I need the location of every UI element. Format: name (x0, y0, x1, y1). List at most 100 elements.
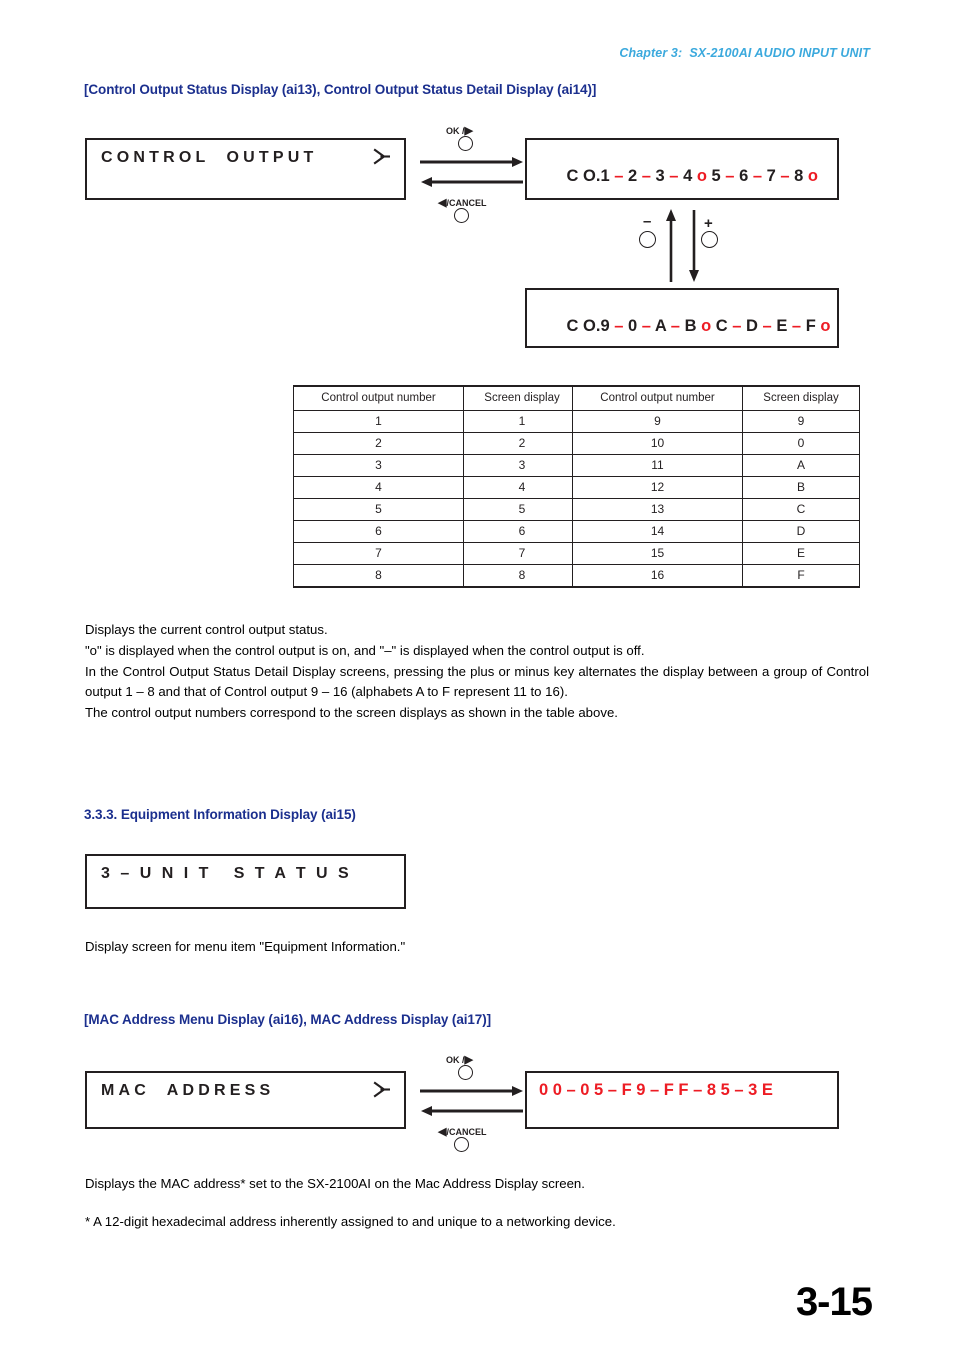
cell-control-output-number: 14 (572, 520, 743, 543)
cell-control-output-number: 3 (293, 454, 464, 477)
status-symbol: o (803, 167, 819, 185)
output-number: 2 (627, 167, 638, 185)
output-number: 3 (655, 167, 665, 185)
status-symbol: – (637, 167, 656, 185)
heading-control-output-status-display: [Control Output Status Display (ai13), C… (84, 82, 597, 97)
control-output-mapping-table-right: Control output number Screen display 991… (572, 385, 860, 588)
lcd-mac-address-menu-text: MAC ADDRESS (101, 1082, 275, 1099)
lcd-mac-address-menu: MAC ADDRESS (85, 1071, 406, 1129)
status-symbol: – (720, 167, 740, 185)
cell-screen-display: 9 (742, 410, 860, 433)
transition-arrows-icon (420, 1086, 523, 1116)
cell-screen-display: F (742, 564, 860, 588)
cancel-key-icon[interactable] (454, 208, 469, 223)
output-number: C (715, 317, 728, 335)
status-symbol: – (787, 317, 806, 335)
table-row: 99 (572, 410, 860, 433)
output-number: E (776, 317, 788, 335)
output-number: F (805, 317, 816, 335)
cell-control-output-number: 11 (572, 454, 743, 477)
cell-screen-display: D (742, 520, 860, 543)
cell-control-output-number: 5 (293, 498, 464, 521)
table-header-row: Control output number Screen display (293, 385, 581, 411)
ok-key-icon[interactable] (458, 1065, 473, 1080)
cell-screen-display: E (742, 542, 860, 565)
lcd-control-output-detail-1-8-text: C O.1 – 2 – 3 – 4 o 5 – 6 – 7 – 8 o (539, 148, 819, 205)
plus-minus-key-group: – + (625, 209, 735, 282)
lcd-status-sequence: 1 – 2 – 3 – 4 o 5 – 6 – 7 – 8 o (600, 167, 818, 185)
paragraph-line: In the Control Output Status Detail Disp… (85, 663, 869, 700)
table-row: 13 C (572, 498, 860, 521)
cell-control-output-number: 8 (293, 564, 464, 588)
heading-equipment-information-display: 3.3.3. Equipment Information Display (ai… (84, 807, 356, 822)
status-symbol: o (815, 317, 831, 335)
lcd-control-output-detail-1-8: C O.1 – 2 – 3 – 4 o 5 – 6 – 7 – 8 o (525, 138, 839, 200)
output-number: 9 (600, 317, 610, 335)
ok-key-label: OK /▶ (446, 1054, 473, 1066)
cell-screen-display: 3 (463, 454, 581, 477)
ok-key-icon[interactable] (458, 136, 473, 151)
lcd-status-sequence: 9 – 0 – A – B o C – D – E – F o (600, 317, 830, 335)
lcd-mac-address-value: 0 0 – 0 5 – F 9 – F F – 8 5 – 3 E (525, 1071, 839, 1129)
cell-control-output-number: 2 (293, 432, 464, 455)
cell-screen-display: 1 (463, 410, 581, 433)
footnote-mac-address: * A 12-digit hexadecimal address inheren… (85, 1214, 616, 1229)
cell-screen-display: 5 (463, 498, 581, 521)
column-header-control-output-number: Control output number (572, 385, 743, 411)
table-row: 10 0 (572, 432, 860, 455)
cell-control-output-number: 12 (572, 476, 743, 499)
lcd-control-output-detail-9-16: C O.9 – 0 – A – B o C – D – E – F o (525, 288, 839, 348)
output-number: 4 (683, 167, 693, 185)
status-symbol: – (757, 317, 777, 335)
output-number: 7 (766, 167, 776, 185)
cell-control-output-number: 1 (293, 410, 464, 433)
column-header-screen-display: Screen display (463, 385, 581, 411)
paragraph-line: Displays the current control output stat… (85, 622, 328, 637)
cell-screen-display: 6 (463, 520, 581, 543)
status-symbol: – (609, 167, 628, 185)
cell-screen-display: B (742, 476, 860, 499)
paragraph-line: "o" is displayed when the control output… (85, 642, 645, 658)
paragraph-equipment-information-description: Display screen for menu item "Equipment … (85, 939, 406, 954)
column-header-control-output-number: Control output number (293, 385, 464, 411)
minus-key-icon[interactable] (639, 231, 656, 248)
cell-control-output-number: 15 (572, 542, 743, 565)
cell-control-output-number: 7 (293, 542, 464, 565)
output-number: A (654, 317, 667, 335)
status-symbol: – (727, 317, 747, 335)
cell-screen-display: C (742, 498, 860, 521)
minus-key-label: – (643, 213, 652, 230)
table-row: 55 (293, 498, 581, 521)
table-row: 14 D (572, 520, 860, 543)
lcd-control-output-detail-9-16-text: C O.9 – 0 – A – B o C – D – E – F o (539, 298, 831, 355)
transition-group-mac-address: OK /▶ ◀/CANCEL (420, 1053, 523, 1153)
output-number: 8 (794, 167, 804, 185)
paragraph-line: The control output numbers correspond to… (85, 705, 618, 721)
lcd-mac-address-value-text: 0 0 – 0 5 – F 9 – F F – 8 5 – 3 E (539, 1081, 773, 1099)
column-header-screen-display: Screen display (742, 385, 860, 411)
chapter-header: Chapter 3: SX-2100AI AUDIO INPUT UNIT (619, 46, 870, 60)
table-row: 22 (293, 432, 581, 455)
table-row: 11 A (572, 454, 860, 477)
output-number: 5 (711, 167, 721, 185)
lcd-prefix: C O. (566, 317, 601, 335)
lcd-control-output-menu: CONTROL OUTPUT (85, 138, 406, 200)
status-symbol: o (692, 167, 712, 185)
status-symbol: – (775, 167, 795, 185)
status-symbol: – (637, 317, 655, 335)
table-row: 16 F (572, 564, 860, 588)
vertical-toggle-arrows-icon (666, 209, 699, 282)
cell-screen-display: 8 (463, 564, 581, 588)
cancel-key-icon[interactable] (454, 1137, 469, 1152)
cell-screen-display: A (742, 454, 860, 477)
output-number: B (684, 317, 697, 335)
heading-mac-address-display: [MAC Address Menu Display (ai16), MAC Ad… (84, 1012, 491, 1027)
cell-control-output-number: 10 (572, 432, 743, 455)
transition-group-control-output: OK /▶ ◀/CANCEL (420, 124, 523, 224)
table-row: 33 (293, 454, 581, 477)
cell-control-output-number: 6 (293, 520, 464, 543)
manual-page: Chapter 3: SX-2100AI AUDIO INPUT UNIT [C… (0, 0, 954, 1351)
cell-screen-display: 4 (463, 476, 581, 499)
cell-control-output-number: 16 (572, 564, 743, 588)
status-symbol: o (696, 317, 716, 335)
